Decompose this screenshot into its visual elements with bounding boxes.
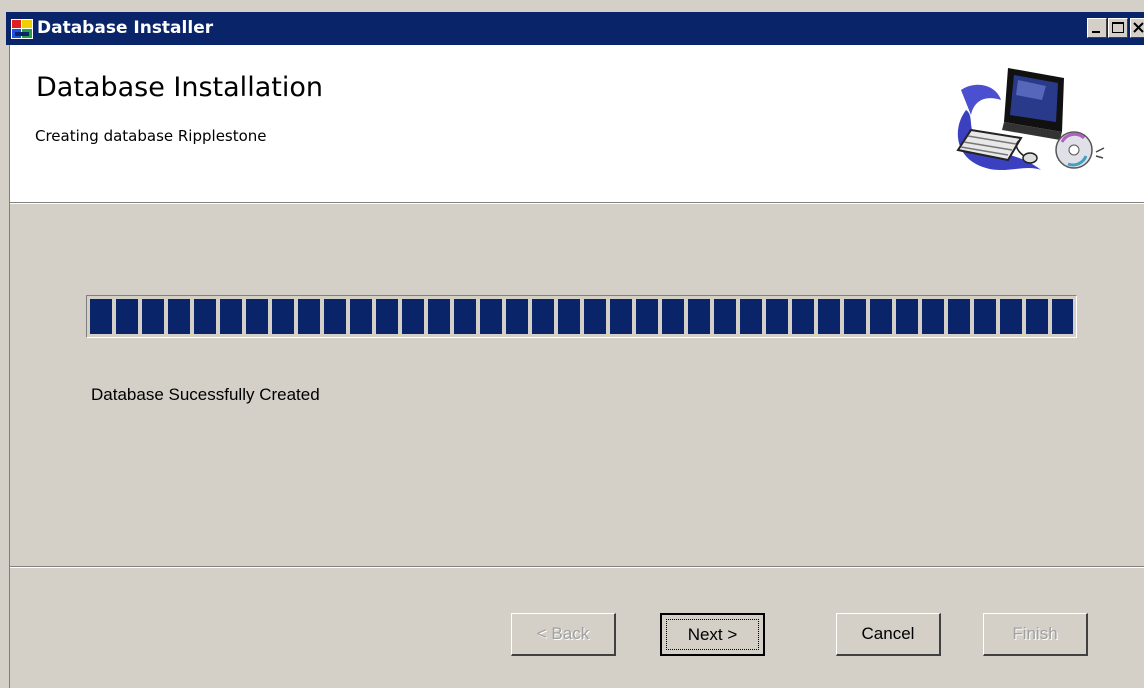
installer-window: Database Installer Database Installation… — [0, 0, 1144, 688]
cancel-button[interactable]: Cancel — [836, 613, 941, 656]
progress-block — [168, 299, 190, 334]
progress-block — [714, 299, 736, 334]
progress-block — [896, 299, 918, 334]
progress-block — [636, 299, 658, 334]
finish-button[interactable]: Finish — [983, 613, 1088, 656]
progress-block — [350, 299, 372, 334]
progress-block — [688, 299, 710, 334]
progress-block — [948, 299, 970, 334]
progress-block — [584, 299, 606, 334]
next-button-label: Next > — [687, 624, 738, 644]
progress-block — [1026, 299, 1048, 334]
wizard-header: Database Installation Creating database … — [10, 45, 1144, 202]
close-icon — [1133, 22, 1144, 33]
progress-block — [324, 299, 346, 334]
progress-block — [532, 299, 554, 334]
progress-block — [506, 299, 528, 334]
progress-block — [402, 299, 424, 334]
cancel-button-label: Cancel — [861, 624, 915, 643]
progress-block — [194, 299, 216, 334]
progress-block — [142, 299, 164, 334]
progress-block — [974, 299, 996, 334]
progress-block — [480, 299, 502, 334]
maximize-icon — [1112, 22, 1124, 33]
progress-block — [792, 299, 814, 334]
minimize-icon — [1092, 31, 1100, 33]
footer-separator-highlight — [10, 567, 1144, 568]
progress-block — [376, 299, 398, 334]
title-bar[interactable]: Database Installer — [6, 12, 1144, 45]
progress-block — [1000, 299, 1022, 334]
progress-block — [90, 299, 112, 334]
next-button[interactable]: Next > — [660, 613, 765, 656]
progress-block — [1052, 299, 1073, 334]
minimize-button[interactable] — [1087, 18, 1107, 38]
progress-bar — [86, 295, 1077, 338]
progress-block — [272, 299, 294, 334]
progress-block — [662, 299, 684, 334]
progress-block — [870, 299, 892, 334]
progress-block — [844, 299, 866, 334]
page-subtitle: Creating database Ripplestone — [35, 127, 267, 145]
progress-fill-area — [90, 299, 1073, 334]
progress-block — [220, 299, 242, 334]
progress-block — [246, 299, 268, 334]
progress-block — [298, 299, 320, 334]
header-separator-highlight — [10, 203, 1144, 204]
progress-block — [922, 299, 944, 334]
progress-block — [610, 299, 632, 334]
page-title: Database Installation — [36, 72, 323, 103]
progress-block — [740, 299, 762, 334]
progress-block — [766, 299, 788, 334]
back-button-label: < Back — [536, 624, 590, 643]
finish-button-label: Finish — [1012, 624, 1058, 643]
progress-block — [116, 299, 138, 334]
back-button[interactable]: < Back — [511, 613, 616, 656]
progress-block — [428, 299, 450, 334]
maximize-button[interactable] — [1108, 18, 1128, 38]
progress-block — [818, 299, 840, 334]
progress-block — [558, 299, 580, 334]
close-button[interactable] — [1130, 18, 1144, 38]
status-message: Database Sucessfully Created — [91, 385, 320, 404]
window-title: Database Installer — [37, 18, 214, 38]
app-icon — [11, 19, 33, 39]
progress-block — [454, 299, 476, 334]
computer-cd-icon — [956, 68, 1105, 170]
